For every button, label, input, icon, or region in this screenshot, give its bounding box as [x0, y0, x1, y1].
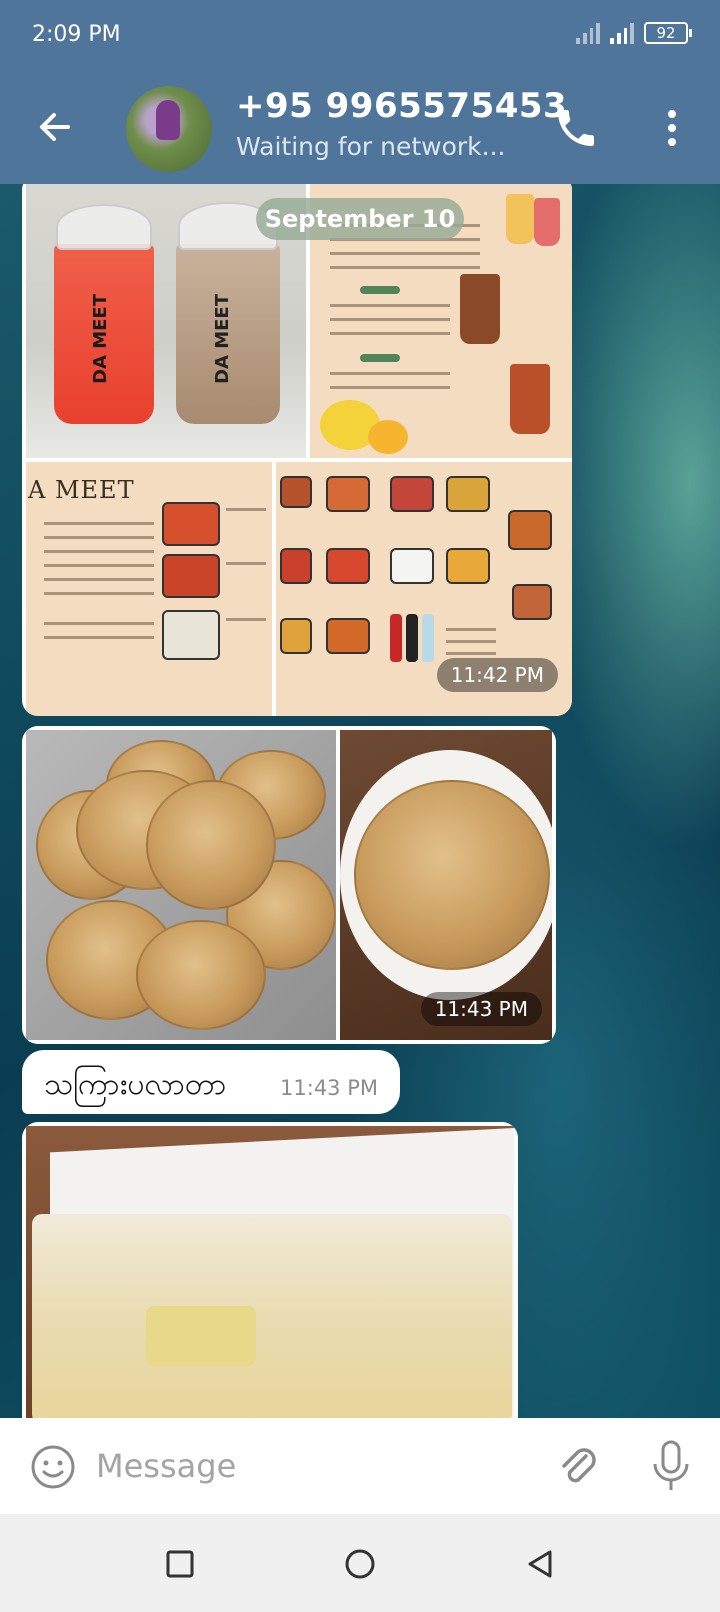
phone-icon [558, 110, 594, 146]
more-options-button[interactable] [652, 104, 692, 152]
back-button[interactable] [30, 102, 80, 152]
text-message[interactable]: သကြားပလာတာ 11:43 PM [22, 1050, 400, 1114]
battery-icon: 92 [644, 22, 692, 44]
message-input[interactable] [96, 1434, 516, 1498]
call-button[interactable] [552, 104, 600, 152]
chat-header: +95 9965575453 Waiting for network... [0, 72, 720, 184]
square-nav-icon [166, 1550, 194, 1578]
attach-icon [562, 1448, 596, 1483]
mic-button[interactable] [646, 1438, 696, 1494]
back-arrow-icon [40, 113, 70, 141]
mic-icon [653, 1440, 689, 1490]
photo-album-1[interactable]: DA MEET DA MEET A MEET 11:42 PM [22, 184, 572, 716]
signal-icon-1 [576, 22, 600, 44]
status-bar: 2:09 PM 92 [0, 0, 720, 72]
photo-album-2[interactable]: 11:43 PM [22, 726, 556, 1044]
emoji-icon [31, 1445, 75, 1489]
noodle-menu-photo[interactable]: A MEET [26, 462, 272, 716]
chat-status: Waiting for network... [236, 132, 506, 161]
recents-button[interactable] [160, 1544, 200, 1584]
menu-heading: A MEET [28, 476, 135, 504]
message-composer [0, 1418, 720, 1514]
date-divider: September 10 [256, 198, 464, 240]
message-time: 11:43 PM [280, 1076, 378, 1100]
photo-message-3[interactable] [22, 1122, 518, 1418]
status-icons: 92 [576, 22, 692, 44]
message-time: 11:43 PM [420, 992, 542, 1026]
status-time: 2:09 PM [32, 22, 121, 47]
chat-title[interactable]: +95 9965575453 [236, 86, 567, 126]
circle-nav-icon [345, 1549, 375, 1579]
system-nav-bar [0, 1514, 720, 1612]
roti-photo[interactable] [26, 1126, 514, 1418]
cup-brand-label: DA MEET [90, 294, 111, 384]
attach-button[interactable] [552, 1440, 604, 1492]
home-button[interactable] [340, 1544, 380, 1584]
back-nav-button[interactable] [520, 1544, 560, 1584]
cup-brand-label: DA MEET [212, 294, 233, 384]
triangle-nav-icon [528, 1550, 552, 1578]
message-time: 11:42 PM [436, 658, 558, 692]
more-vertical-icon [668, 110, 676, 146]
avatar[interactable] [126, 86, 212, 172]
signal-icon-2 [610, 22, 634, 44]
paratha-stack-photo[interactable] [26, 730, 336, 1040]
emoji-button[interactable] [28, 1442, 78, 1492]
chat-area[interactable]: DA MEET DA MEET A MEET 11:42 PM 11:43 PM… [0, 184, 720, 1418]
message-text: သကြားပလာတာ [44, 1067, 227, 1102]
